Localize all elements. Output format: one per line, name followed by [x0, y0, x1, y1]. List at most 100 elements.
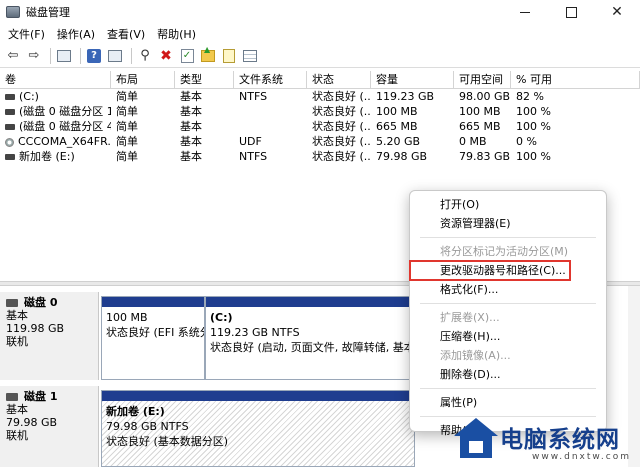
- properties-icon: [243, 49, 257, 62]
- disk-0-size: 119.98 GB: [6, 322, 65, 335]
- folder-up-button[interactable]: [199, 45, 217, 65]
- free-space-cell: 79.83 GB: [459, 150, 511, 163]
- watermark-title: 电脑系统网: [500, 426, 620, 453]
- forward-button[interactable]: ⇨: [25, 47, 43, 65]
- partition-info: (C:) 119.23 GB NTFS 状态良好 (启动, 页面文件, 故障转储…: [210, 310, 414, 355]
- minimize-button[interactable]: [502, 0, 548, 24]
- menu-change-drive-letter[interactable]: 更改驱动器号和路径(C)...: [409, 260, 571, 281]
- menu-format[interactable]: 格式化(F)...: [410, 280, 606, 299]
- console-tree-button[interactable]: [55, 47, 73, 65]
- connect-button[interactable]: ⚲: [136, 47, 154, 65]
- free-space-cell: 665 MB: [459, 120, 501, 133]
- delete-button[interactable]: ✖: [157, 47, 175, 65]
- col-capacity[interactable]: 容量: [371, 71, 454, 89]
- partition-info: 新加卷 (E:) 79.98 GB NTFS 状态良好 (基本数据分区): [106, 404, 410, 449]
- partition-bar: [102, 297, 204, 307]
- capacity-cell: 665 MB: [376, 120, 418, 133]
- layout-cell: 简单: [116, 90, 138, 103]
- volume-name: (磁盘 0 磁盘分区 4): [19, 120, 111, 133]
- volume-name-cell: (磁盘 0 磁盘分区 1): [0, 104, 111, 119]
- table-row[interactable]: CCCOMA_X64FR... 简单 基本 UDF 状态良好 (... 5.20…: [0, 134, 640, 149]
- volume-list-header: 卷 布局 类型 文件系统 状态 容量 可用空间 % 可用: [0, 71, 640, 89]
- col-free-space[interactable]: 可用空间: [454, 71, 511, 89]
- menu-shrink-volume[interactable]: 压缩卷(H)...: [410, 327, 606, 346]
- checklist-icon: ✓: [180, 48, 194, 63]
- volume-name: (C:): [19, 90, 39, 103]
- disk-1-size: 79.98 GB: [6, 416, 58, 429]
- show-pane-button[interactable]: [106, 47, 124, 65]
- drive-icon: [5, 94, 15, 100]
- filesystem-cell: [234, 104, 307, 119]
- disk-0-label[interactable]: 磁盘 0 基本 119.98 GB 联机: [0, 292, 99, 380]
- partition-e[interactable]: 新加卷 (E:) 79.98 GB NTFS 状态良好 (基本数据分区): [101, 390, 415, 467]
- disk-1-label[interactable]: 磁盘 1 基本 79.98 GB 联机: [0, 386, 99, 467]
- partition-info: 100 MB 状态良好 (EFI 系统分: [106, 310, 204, 340]
- col-filesystem[interactable]: 文件系统: [234, 71, 307, 89]
- red-x-icon: ✖: [160, 47, 172, 64]
- disk-1-name: 磁盘 1: [24, 390, 58, 403]
- disk-icon: [6, 298, 18, 307]
- window-title: 磁盘管理: [26, 6, 70, 19]
- check-button[interactable]: ✓: [178, 47, 196, 65]
- menu-action[interactable]: 操作(A): [51, 26, 101, 42]
- help-button[interactable]: ?: [85, 47, 103, 65]
- logo-window: [469, 441, 483, 453]
- menu-properties[interactable]: 属性(P): [410, 393, 606, 412]
- menu-delete-volume[interactable]: 删除卷(D)...: [410, 365, 606, 384]
- partition-size: 79.98 GB NTFS: [106, 420, 189, 433]
- table-row[interactable]: (磁盘 0 磁盘分区 4) 简单 基本 状态良好 (... 665 MB 665…: [0, 119, 640, 134]
- partition-bar: [206, 297, 414, 307]
- disk-1-name-row: 磁盘 1: [6, 390, 92, 403]
- type-cell: 基本: [180, 150, 202, 163]
- free-space-cell: 100 MB: [459, 105, 501, 118]
- context-menu: 打开(O) 资源管理器(E) 将分区标记为活动分区(M) 更改驱动器号和路径(C…: [409, 190, 607, 437]
- col-volume[interactable]: 卷: [0, 71, 111, 89]
- volume-name: CCCOMA_X64FR...: [18, 135, 111, 148]
- partition-c[interactable]: (C:) 119.23 GB NTFS 状态良好 (启动, 页面文件, 故障转储…: [205, 296, 415, 380]
- filesystem-cell: UDF: [239, 135, 262, 148]
- logo-roof: [454, 418, 498, 436]
- percent-free-cell: 100 %: [516, 105, 551, 118]
- arrow-right-icon: ⇨: [28, 48, 40, 63]
- menu-explorer[interactable]: 资源管理器(E): [410, 214, 606, 233]
- menu-bar: 文件(F) 操作(A) 查看(V) 帮助(H): [0, 24, 640, 44]
- partition-name: (C:): [210, 311, 233, 324]
- document-search-icon: [223, 48, 235, 63]
- menu-separator: [420, 388, 596, 389]
- volume-name-cell: (磁盘 0 磁盘分区 4): [0, 119, 111, 134]
- volume-name-cell: CCCOMA_X64FR...: [0, 134, 111, 149]
- col-type[interactable]: 类型: [175, 71, 234, 89]
- maximize-button[interactable]: [548, 0, 594, 24]
- table-row[interactable]: 新加卷 (E:) 简单 基本 NTFS 状态良好 (... 79.98 GB 7…: [0, 149, 640, 164]
- table-row[interactable]: (磁盘 0 磁盘分区 1) 简单 基本 状态良好 (... 100 MB 100…: [0, 104, 640, 119]
- menu-file[interactable]: 文件(F): [2, 26, 51, 42]
- partition-status: 状态良好 (基本数据分区): [106, 435, 229, 448]
- table-row[interactable]: (C:) 简单 基本 NTFS 状态良好 (... 119.23 GB 98.0…: [0, 89, 640, 104]
- menu-mark-active: 将分区标记为活动分区(M): [440, 245, 569, 258]
- percent-free-cell: 82 %: [516, 90, 544, 103]
- partition-efi[interactable]: 100 MB 状态良好 (EFI 系统分: [101, 296, 205, 380]
- volume-name-cell: 新加卷 (E:): [0, 149, 111, 164]
- capacity-cell: 79.98 GB: [376, 150, 428, 163]
- filesystem-cell: NTFS: [239, 150, 268, 163]
- col-layout[interactable]: 布局: [111, 71, 175, 89]
- menu-open[interactable]: 打开(O): [410, 195, 606, 214]
- capacity-cell: 100 MB: [376, 105, 418, 118]
- disk-icon: [6, 392, 18, 401]
- menu-help[interactable]: 帮助(H): [151, 26, 202, 42]
- help-icon: ?: [87, 48, 101, 63]
- disk-0-name: 磁盘 0: [24, 296, 58, 309]
- close-button[interactable]: ✕: [594, 0, 640, 24]
- menu-view[interactable]: 查看(V): [101, 26, 151, 42]
- status-cell: 状态良好 (...: [312, 120, 371, 133]
- volume-name: 新加卷 (E:): [19, 150, 75, 163]
- back-button[interactable]: ⇦: [4, 47, 22, 65]
- layout-cell: 简单: [116, 105, 138, 118]
- properties-button[interactable]: [241, 47, 259, 65]
- search-doc-button[interactable]: [220, 47, 238, 65]
- col-percent-free[interactable]: % 可用: [511, 71, 640, 89]
- status-cell: 状态良好 (...: [312, 105, 371, 118]
- window-controls: ✕: [502, 0, 640, 24]
- filesystem-cell: [234, 119, 307, 134]
- col-status[interactable]: 状态: [307, 71, 371, 89]
